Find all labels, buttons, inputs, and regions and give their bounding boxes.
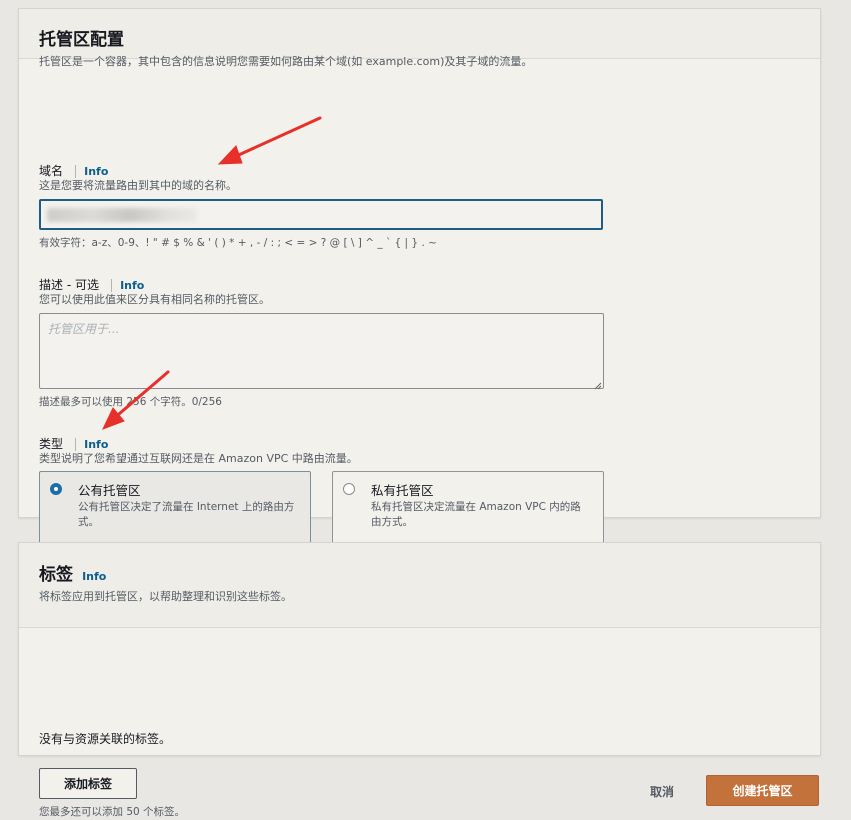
description-optional: 可选 [74, 278, 99, 292]
domain-valid-chars: 有效字符：a-z、0-9、! " # $ % & ' ( ) * + , - /… [39, 237, 437, 249]
public-option-title: 公有托管区 [78, 483, 141, 498]
type-label: 类型 [39, 437, 64, 451]
domain-label: 域名 [39, 164, 64, 178]
description-textarea[interactable] [39, 313, 604, 389]
private-option-description: 私有托管区决定流量在 Amazon VPC 内的路由方式。 [371, 501, 581, 528]
tags-header: 标签 Info 将标签应用到托管区，以帮助整理和识别这些标签。 [19, 543, 820, 628]
no-tags-message: 没有与资源关联的标签。 [39, 732, 172, 746]
description-info-link[interactable]: Info [111, 279, 145, 292]
domain-info-link[interactable]: Info [75, 165, 109, 178]
add-tag-button[interactable]: 添加标签 [39, 768, 137, 799]
private-option-title: 私有托管区 [371, 483, 434, 498]
type-label-row: 类型 Info [39, 433, 109, 452]
public-option-description: 公有托管区决定了流量在 Internet 上的路由方式。 [78, 501, 295, 528]
type-description: 类型说明了您希望通过互联网还是在 Amazon VPC 中路由流量。 [39, 452, 358, 465]
tags-body: 没有与资源关联的标签。 添加标签 您最多还可以添加 50 个标签。 [19, 628, 820, 818]
cancel-button[interactable]: 取消 [636, 776, 688, 806]
tags-description: 将标签应用到托管区，以帮助整理和识别这些标签。 [39, 590, 292, 603]
private-hosted-zone-option[interactable]: 私有托管区 私有托管区决定流量在 Amazon VPC 内的路由方式。 [332, 471, 604, 546]
domain-label-row: 域名 Info [39, 160, 109, 179]
type-info-link[interactable]: Info [75, 438, 109, 451]
description-char-count: 描述最多可以使用 256 个字符。0/256 [39, 396, 222, 408]
tags-info-link[interactable]: Info [78, 570, 106, 583]
radio-selected-icon[interactable] [50, 483, 62, 495]
tags-limit-hint: 您最多还可以添加 50 个标签。 [39, 806, 186, 818]
textarea-resize-handle[interactable] [594, 375, 602, 390]
panel-header: 托管区配置 托管区是一个容器，其中包含的信息说明您需要如何路由某个域(如 exa… [19, 9, 820, 68]
create-hosted-zone-button[interactable]: 创建托管区 [706, 775, 819, 806]
panel-title: 托管区配置 [39, 30, 124, 50]
panel-body: 域名 Info 这是您要将流量路由到其中的域的名称。 有效字符：a-z、0-9、… [19, 59, 820, 546]
domain-description: 这是您要将流量路由到其中的域的名称。 [39, 179, 237, 192]
domain-value-redacted [47, 208, 197, 222]
radio-unselected-icon[interactable] [343, 483, 355, 495]
description-label-row: 描述 - 可选 Info [39, 274, 145, 293]
description-label: 描述 - [39, 278, 75, 292]
tags-panel: 标签 Info 将标签应用到托管区，以帮助整理和识别这些标签。 没有与资源关联的… [18, 542, 821, 818]
hosted-zone-config-panel: 托管区配置 托管区是一个容器，其中包含的信息说明您需要如何路由某个域(如 exa… [18, 8, 821, 546]
tags-title: 标签 [39, 565, 73, 585]
public-hosted-zone-option[interactable]: 公有托管区 公有托管区决定了流量在 Internet 上的路由方式。 [39, 471, 311, 546]
description-help: 您可以使用此值来区分具有相同名称的托管区。 [39, 293, 270, 306]
